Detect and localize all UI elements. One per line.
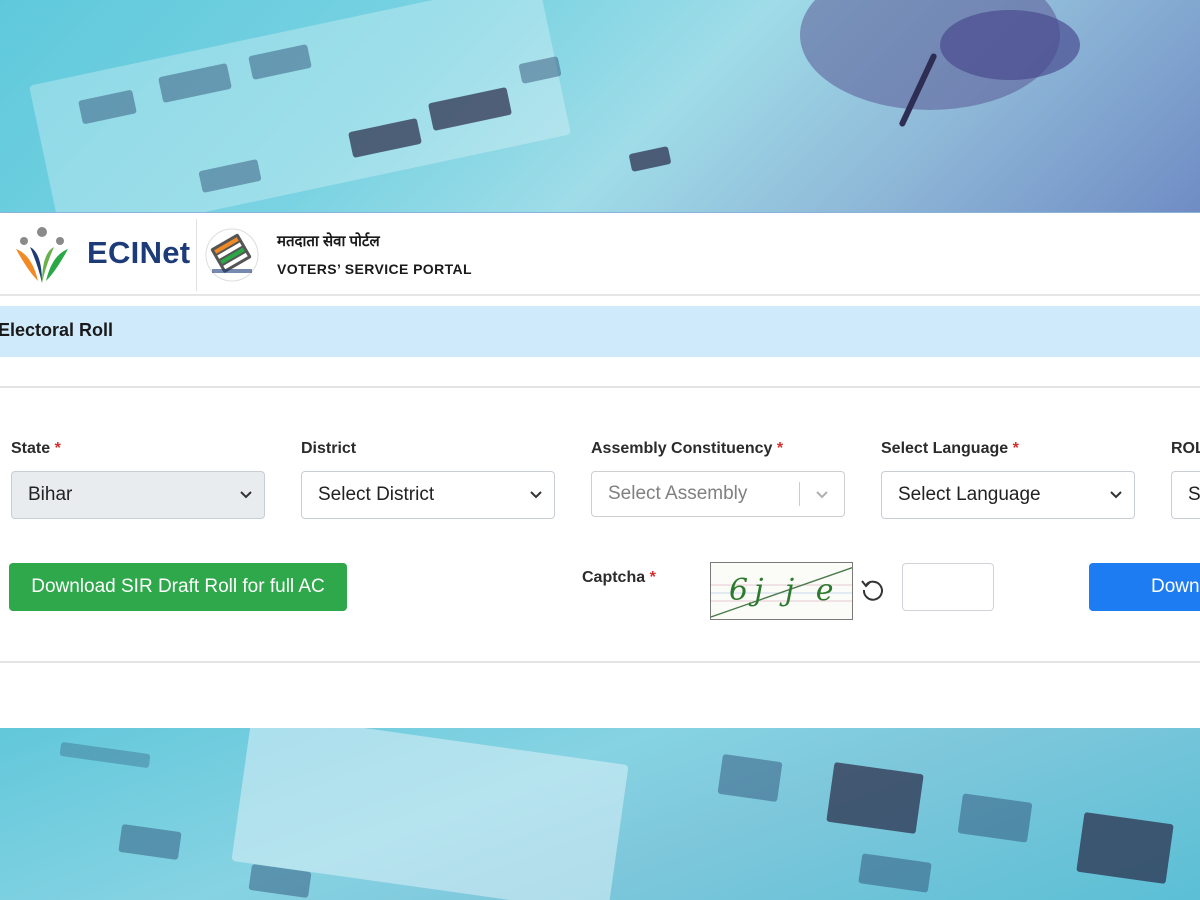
- state-select[interactable]: Bihar: [11, 471, 265, 519]
- chevron-down-icon: [240, 491, 252, 499]
- chevron-down-icon: [1110, 491, 1122, 499]
- brand-name: ECINet: [87, 235, 191, 270]
- voters-portal-logo-icon: [205, 228, 259, 282]
- roll-label: ROL: [1171, 440, 1200, 457]
- header-divider: [196, 219, 197, 291]
- chevron-down-icon: [530, 491, 542, 499]
- background-image-bottom: [0, 728, 1200, 900]
- portal-name-hindi: मतदाता सेवा पोर्टल: [277, 233, 380, 250]
- assembly-select-placeholder: Select Assembly: [608, 483, 748, 504]
- indicator-separator: [799, 482, 800, 506]
- captcha-input[interactable]: [902, 563, 994, 611]
- background-image-top: [0, 0, 1200, 212]
- state-select-value: Bihar: [28, 484, 73, 505]
- captcha-text: 6j j e 5n: [729, 573, 852, 608]
- captcha-label: Captcha *: [582, 569, 656, 586]
- roll-select[interactable]: S: [1171, 471, 1200, 519]
- district-select-value: Select District: [318, 484, 435, 505]
- required-marker: *: [1012, 440, 1019, 457]
- language-select[interactable]: Select Language: [881, 471, 1135, 519]
- electoral-roll-panel: Electoral Roll State * Bihar District Se…: [0, 296, 1200, 728]
- page-title: Electoral Roll: [0, 320, 114, 340]
- site-header: ECINet मतदाता सेवा पोर्टल VOTERS’ SERVIC…: [0, 212, 1200, 296]
- language-select-value: Select Language: [898, 484, 1041, 505]
- refresh-captcha-icon[interactable]: [860, 576, 886, 602]
- roll-select-value: S: [1188, 484, 1200, 505]
- download-button[interactable]: Down: [1089, 563, 1200, 611]
- captcha-image: 6j j e 5n: [710, 562, 853, 620]
- state-label: State *: [11, 440, 61, 457]
- district-label: District: [301, 440, 357, 457]
- divider: [0, 386, 1200, 388]
- required-marker: *: [649, 569, 656, 586]
- portal-name-english: VOTERS’ SERVICE PORTAL: [277, 261, 472, 277]
- download-full-ac-button[interactable]: Download SIR Draft Roll for full AC: [9, 563, 347, 611]
- divider: [0, 661, 1200, 663]
- chevron-down-icon[interactable]: [814, 486, 830, 502]
- required-marker: *: [54, 440, 61, 457]
- district-select[interactable]: Select District: [301, 471, 555, 519]
- assembly-label: Assembly Constituency *: [591, 440, 784, 457]
- assembly-select[interactable]: Select Assembly: [591, 471, 845, 517]
- page-title-bar: Electoral Roll: [0, 306, 1200, 357]
- language-label: Select Language *: [881, 440, 1019, 457]
- required-marker: *: [776, 440, 784, 457]
- ecinet-logo-icon[interactable]: [10, 225, 74, 285]
